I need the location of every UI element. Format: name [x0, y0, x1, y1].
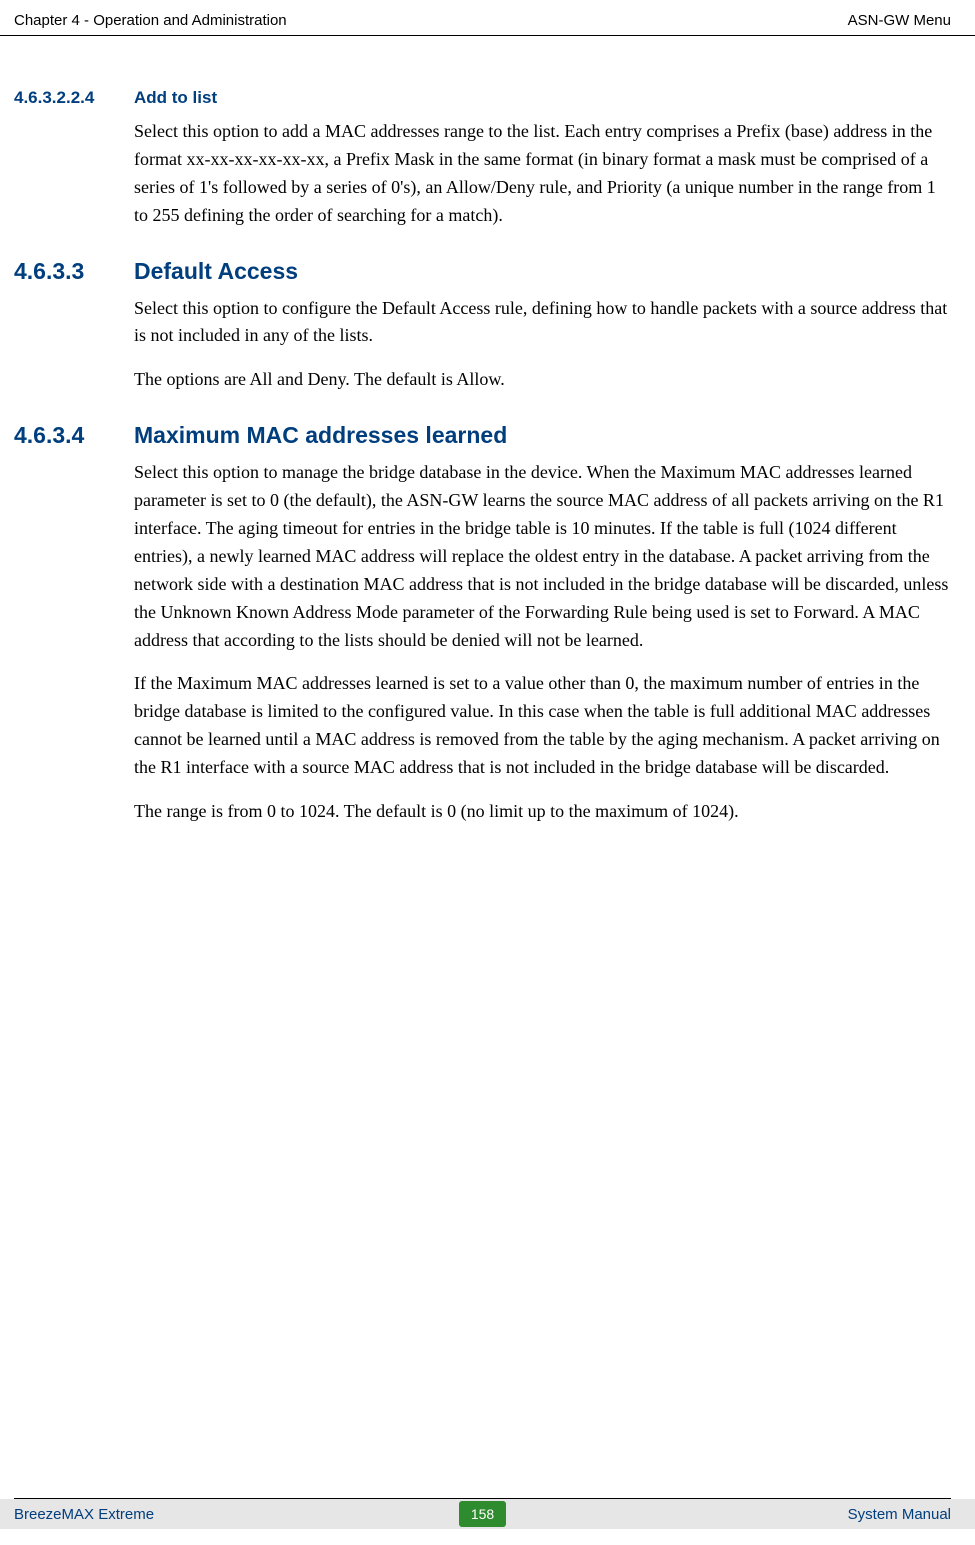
page-header: Chapter 4 - Operation and Administration…	[0, 0, 975, 36]
paragraph: The options are All and Deny. The defaul…	[134, 366, 951, 394]
heading-title: Default Access	[134, 258, 298, 285]
footer-page-wrap: 158	[459, 1506, 506, 1523]
paragraph: Select this option to manage the bridge …	[134, 459, 951, 654]
paragraph: Select this option to add a MAC addresse…	[134, 118, 951, 230]
heading-add-to-list: 4.6.3.2.2.4 Add to list	[14, 88, 951, 108]
page-footer: BreezeMAX Extreme 158 System Manual	[0, 1499, 975, 1529]
header-chapter: Chapter 4 - Operation and Administration	[14, 12, 287, 29]
section-default-access: 4.6.3.3 Default Access Select this optio…	[14, 258, 951, 395]
footer-manual: System Manual	[506, 1506, 951, 1523]
paragraph: Select this option to configure the Defa…	[134, 295, 951, 351]
heading-number: 4.6.3.4	[14, 422, 134, 449]
section-max-mac-learned: 4.6.3.4 Maximum MAC addresses learned Se…	[14, 422, 951, 826]
paragraph: The range is from 0 to 1024. The default…	[134, 798, 951, 826]
page-content: 4.6.3.2.2.4 Add to list Select this opti…	[0, 36, 975, 826]
footer-product: BreezeMAX Extreme	[14, 1506, 459, 1523]
page-number: 158	[459, 1501, 506, 1527]
heading-max-mac-learned: 4.6.3.4 Maximum MAC addresses learned	[14, 422, 951, 449]
header-menu: ASN-GW Menu	[848, 12, 951, 29]
paragraph: If the Maximum MAC addresses learned is …	[134, 670, 951, 782]
heading-number: 4.6.3.2.2.4	[14, 88, 134, 108]
heading-number: 4.6.3.3	[14, 258, 134, 285]
heading-title: Add to list	[134, 88, 217, 108]
section-add-to-list: 4.6.3.2.2.4 Add to list Select this opti…	[14, 88, 951, 230]
heading-title: Maximum MAC addresses learned	[134, 422, 507, 449]
heading-default-access: 4.6.3.3 Default Access	[14, 258, 951, 285]
